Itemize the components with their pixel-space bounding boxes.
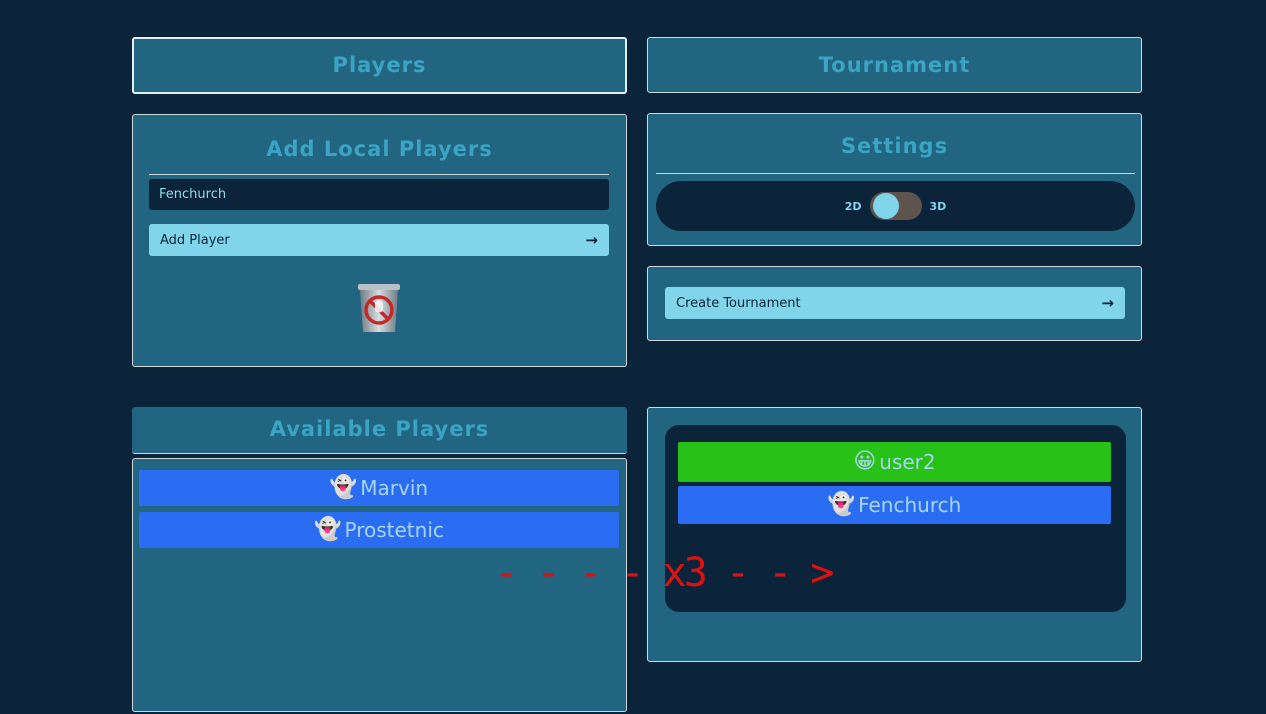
tournament-players-panel: 😀 user2 👻 Fenchurch: [647, 407, 1142, 662]
add-local-players-panel: Add Local Players Fenchurch Add Player →: [132, 114, 627, 367]
create-tournament-label: Create Tournament: [676, 295, 801, 311]
arrow-right-icon: →: [585, 231, 598, 249]
mode-toggle-switch[interactable]: [869, 192, 922, 220]
player-chip-prostetnic[interactable]: 👻 Prostetnic: [139, 512, 619, 548]
settings-panel: Settings 2D 3D: [647, 113, 1142, 246]
tournament-tab[interactable]: Tournament: [647, 37, 1142, 93]
mode-label-2d: 2D: [844, 199, 862, 213]
player-name-input[interactable]: Fenchurch: [149, 179, 609, 210]
create-tournament-panel: Create Tournament →: [647, 266, 1142, 341]
tournament-title: Tournament: [818, 53, 971, 77]
create-tournament-button[interactable]: Create Tournament →: [665, 287, 1125, 319]
available-players-header: Available Players: [132, 407, 627, 454]
mode-toggle-container: 2D 3D: [656, 181, 1135, 231]
mode-label-3d: 3D: [929, 199, 947, 213]
player-name: Fenchurch: [858, 493, 962, 517]
player-name: user2: [879, 450, 936, 474]
add-local-players-title: Add Local Players: [266, 137, 493, 161]
add-player-label: Add Player: [160, 232, 230, 248]
trash-bin-icon[interactable]: [354, 281, 404, 335]
ghost-icon: 👻: [329, 475, 358, 500]
drag-annotation: - - - - x3 - - >: [494, 550, 834, 596]
players-tab[interactable]: Players: [132, 37, 627, 94]
settings-divider: [656, 173, 1135, 174]
add-local-divider: [149, 174, 609, 175]
player-name: Prostetnic: [344, 518, 444, 542]
players-title: Players: [332, 53, 427, 77]
add-player-button[interactable]: Add Player →: [149, 224, 609, 256]
player-name: Marvin: [360, 476, 429, 500]
settings-title: Settings: [840, 134, 949, 158]
player-chip-marvin[interactable]: 👻 Marvin: [139, 470, 619, 506]
ghost-icon: 👻: [314, 517, 342, 542]
player-chip-user2[interactable]: 😀 user2: [678, 442, 1111, 482]
available-players-title: Available Players: [269, 417, 490, 441]
ghost-icon: 👻: [827, 492, 856, 517]
toggle-knob: [872, 193, 899, 219]
grinning-face-icon: 😀: [853, 449, 877, 474]
arrow-right-icon: →: [1101, 294, 1114, 312]
player-chip-fenchurch[interactable]: 👻 Fenchurch: [678, 486, 1111, 524]
